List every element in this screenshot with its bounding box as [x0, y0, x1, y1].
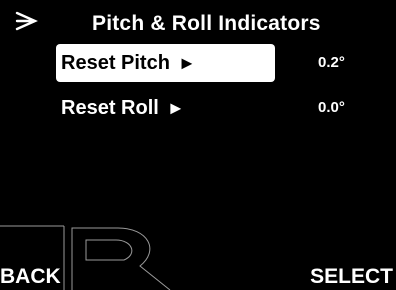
- menu-item-text: Reset Roll: [61, 97, 159, 119]
- play-arrow-icon: ►: [177, 53, 196, 73]
- roll-value: 0.0°: [318, 99, 345, 116]
- menu-item-label: Reset Roll ►: [61, 97, 185, 120]
- play-arrow-icon: ►: [166, 98, 185, 118]
- menu-item-reset-pitch[interactable]: Reset Pitch ► 0.2°: [56, 44, 382, 82]
- menu-item-label: Reset Pitch ►: [61, 52, 196, 75]
- menu-item-reset-roll[interactable]: Reset Roll ► 0.0°: [56, 89, 382, 127]
- select-softkey[interactable]: SELECT: [310, 264, 393, 290]
- pitch-value: 0.2°: [318, 54, 345, 71]
- header-bar: Pitch & Roll Indicators: [0, 0, 396, 44]
- back-softkey[interactable]: BACK: [0, 264, 61, 290]
- menu-item-text: Reset Pitch: [61, 52, 170, 74]
- device-screen: Pitch & Roll Indicators Reset Pitch ► 0.2…: [0, 0, 396, 290]
- pitch-roll-plane-icon: [14, 10, 38, 34]
- page-title: Pitch & Roll Indicators: [92, 12, 321, 35]
